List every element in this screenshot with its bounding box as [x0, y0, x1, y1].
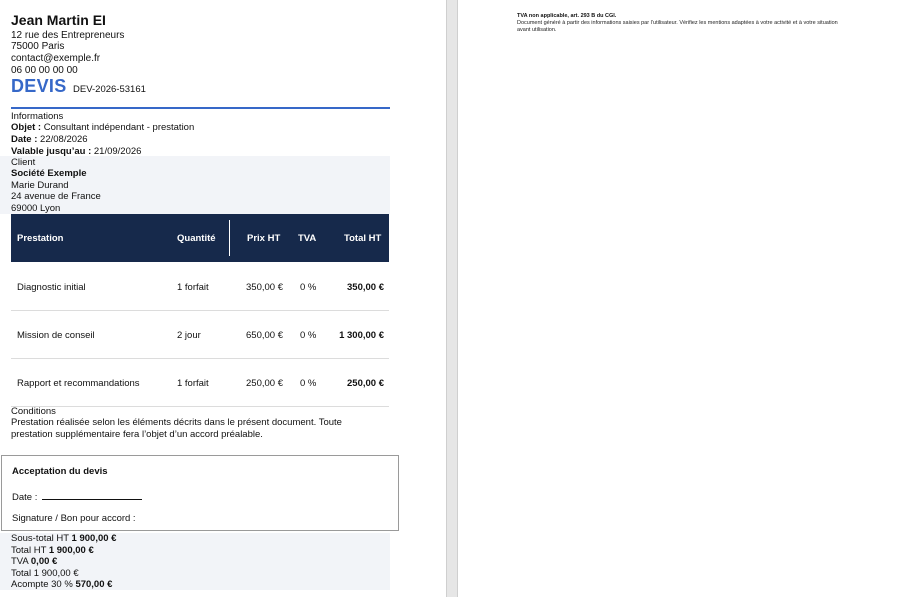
- acceptance-signature-label: Signature / Bon pour accord :: [12, 513, 136, 524]
- sender-email: contact@exemple.fr: [11, 53, 101, 64]
- row-prix: 650,00 €: [246, 330, 283, 341]
- acceptance-title: Acceptation du devis: [12, 466, 108, 477]
- table-row: Diagnostic initial 1 forfait 350,00 € 0 …: [11, 262, 389, 311]
- total-label: Total: [11, 568, 32, 579]
- conditions-text-line1: Prestation réalisée selon les éléments d…: [11, 417, 342, 428]
- document-page-2: [458, 0, 920, 597]
- row-quantite: 2 jour: [177, 330, 201, 341]
- row-prestation: Rapport et recommandations: [17, 378, 140, 389]
- info-heading: Informations: [11, 111, 64, 122]
- row-prestation: Mission de conseil: [17, 330, 95, 341]
- col-total: Total HT: [344, 233, 382, 244]
- sender-phone: 06 00 00 00 00: [11, 65, 78, 76]
- col-quantite: Quantité: [177, 233, 216, 244]
- conditions-text-line2: prestation supplémentaire fera l’objet d…: [11, 429, 263, 440]
- acompte-line: Acompte 30 % 570,00 €: [11, 579, 112, 591]
- object-value: Consultant indépendant - prestation: [41, 122, 195, 133]
- acompte-label: Acompte 30 %: [11, 579, 73, 590]
- sender-address-line1: 12 rue des Entrepreneurs: [11, 30, 125, 41]
- page-gutter: [446, 0, 458, 597]
- table-header: Prestation Quantité Prix HT TVA Total HT: [11, 214, 389, 262]
- sender-name: Jean Martin EI: [11, 12, 106, 28]
- subtotal-label: Sous-total HT: [11, 533, 69, 544]
- acompte-value: 570,00 €: [75, 579, 113, 590]
- document-page-1: Jean Martin EI 12 rue des Entrepreneurs …: [0, 0, 446, 597]
- client-company: Société Exemple: [11, 168, 87, 179]
- row-prix: 350,00 €: [246, 282, 283, 293]
- disclaimer-line2: avant utilisation.: [517, 27, 557, 33]
- header-separator: [229, 220, 230, 256]
- row-quantite: 1 forfait: [177, 378, 209, 389]
- subtotal-value: 1 900,00 €: [71, 533, 117, 544]
- row-prestation: Diagnostic initial: [17, 282, 86, 293]
- vat-note: TVA non applicable, art. 293 B du CGI.: [517, 13, 617, 19]
- client-heading: Client: [11, 157, 36, 168]
- disclaimer-line1: Document généré à partir des information…: [517, 20, 838, 26]
- total-ht-line: Total HT 1 900,00 €: [11, 545, 94, 557]
- row-tva: 0 %: [300, 330, 317, 341]
- col-prix: Prix HT: [247, 233, 281, 244]
- row-tva: 0 %: [300, 282, 317, 293]
- date-label: Date :: [11, 134, 38, 145]
- total-ht-value: 1 900,00 €: [48, 545, 94, 556]
- document-title: DEVIS: [11, 76, 67, 96]
- date-value: 22/08/2026: [37, 134, 88, 145]
- acceptance-date-label: Date :: [12, 492, 38, 503]
- document-number: DEV-2026-53161: [73, 84, 146, 95]
- row-total: 1 300,00 €: [339, 330, 384, 341]
- row-total: 250,00 €: [347, 378, 384, 389]
- table-row: Rapport et recommandations 1 forfait 250…: [11, 358, 389, 407]
- tva-value: 0,00 €: [30, 556, 58, 567]
- tva-label: TVA: [11, 556, 29, 567]
- col-tva: TVA: [298, 233, 317, 244]
- total-line: Total 1 900,00 €: [11, 568, 79, 580]
- total-value: 1 900,00 €: [33, 568, 79, 579]
- acceptance-date: Date :: [12, 490, 142, 503]
- tva-line: TVA 0,00 €: [11, 556, 57, 568]
- row-tva: 0 %: [300, 378, 317, 389]
- table-row: Mission de conseil 2 jour 650,00 € 0 % 1…: [11, 310, 389, 359]
- client-address-line2: 69000 Lyon: [11, 203, 61, 214]
- row-prix: 250,00 €: [246, 378, 283, 389]
- info-date: Date : 22/08/2026: [11, 134, 88, 145]
- header-divider: [11, 107, 390, 109]
- acceptance-box: Acceptation du devis Date : Signature / …: [1, 455, 399, 531]
- sender-address-line2: 75000 Paris: [11, 41, 65, 52]
- client-address-line1: 24 avenue de France: [11, 191, 101, 202]
- subtotal-line: Sous-total HT 1 900,00 €: [11, 533, 116, 545]
- col-prestation: Prestation: [17, 233, 64, 244]
- date-blank-line: [42, 490, 142, 500]
- client-contact: Marie Durand: [11, 180, 69, 191]
- info-object: Objet : Consultant indépendant - prestat…: [11, 122, 194, 133]
- row-total: 350,00 €: [347, 282, 384, 293]
- row-quantite: 1 forfait: [177, 282, 209, 293]
- object-label: Objet :: [11, 122, 42, 133]
- total-ht-label: Total HT: [11, 545, 47, 556]
